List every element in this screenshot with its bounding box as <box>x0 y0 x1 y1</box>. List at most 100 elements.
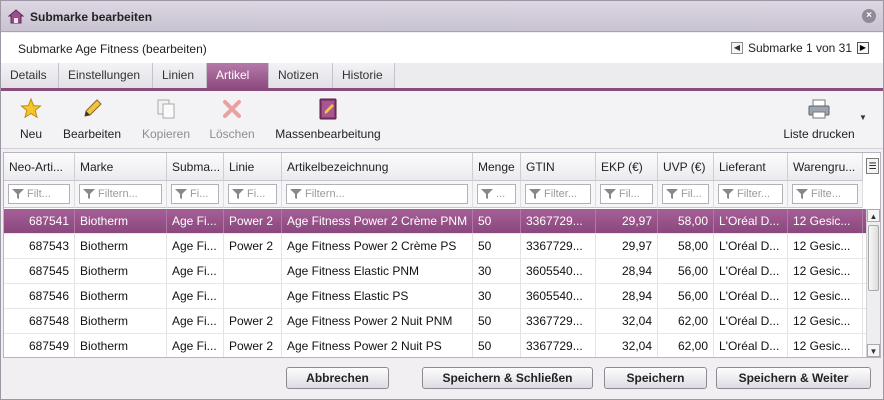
filter-placeholder: Fi... <box>247 188 266 200</box>
scroll-up-icon[interactable]: ▲ <box>867 209 880 222</box>
tab-notizen[interactable]: Notizen <box>269 63 333 88</box>
filter-cell: Filter... <box>714 181 788 208</box>
next-record-icon[interactable]: ▶ <box>857 42 869 54</box>
filter-input[interactable]: Filtern... <box>286 184 468 204</box>
table-cell: 29,97 <box>596 209 658 233</box>
table-cell: Biotherm <box>75 234 167 258</box>
table-cell: Age Fitness Power 2 Crème PS <box>282 234 473 258</box>
table-cell <box>224 284 282 308</box>
filter-input[interactable]: Filter... <box>525 184 591 204</box>
filter-input[interactable]: Fil... <box>662 184 709 204</box>
filter-cell: Fil... <box>596 181 658 208</box>
table-cell: Biotherm <box>75 284 167 308</box>
house-icon <box>8 9 24 24</box>
table-row[interactable]: 687545 Biotherm Age Fi... Age Fitness Elast… <box>4 259 866 284</box>
column-header[interactable]: Linie <box>224 153 282 181</box>
vertical-scrollbar[interactable]: ▲ ▼ <box>866 209 880 357</box>
new-button[interactable]: Neu <box>15 97 47 145</box>
tab-linien[interactable]: Linien <box>153 63 207 88</box>
table-cell: 12 Gesic... <box>788 309 863 333</box>
filter-icon <box>722 189 734 199</box>
table-cell: 50 <box>473 309 521 333</box>
filter-placeholder: Filter... <box>737 188 771 200</box>
table-cell: 56,00 <box>658 259 714 283</box>
filter-input[interactable]: Filter... <box>718 184 783 204</box>
table-cell <box>224 259 282 283</box>
table-row[interactable]: 687548 Biotherm Age Fi... Power 2 Age Fitnes… <box>4 309 866 334</box>
filter-icon <box>796 189 808 199</box>
table-header: Neo-Arti... Marke Subma... Linie Artikel… <box>4 153 863 181</box>
table-cell: L'Oréal D... <box>714 234 788 258</box>
table-cell: 687541 <box>4 209 75 233</box>
column-header[interactable]: Lieferant <box>714 153 788 181</box>
filter-input[interactable]: Fi... <box>171 184 219 204</box>
table-row[interactable]: 687543 Biotherm Age Fi... Power 2 Age Fitnes… <box>4 234 866 259</box>
tab-artikel[interactable]: Artikel <box>207 63 269 88</box>
table-cell: 58,00 <box>658 209 714 233</box>
previous-record-icon[interactable]: ◀ <box>730 42 743 54</box>
print-options-chevron-down-icon[interactable]: ▼ <box>859 113 867 122</box>
filter-cell: Filt... <box>4 181 75 208</box>
column-header[interactable]: Marke <box>75 153 167 181</box>
column-header[interactable]: Warengru... <box>788 153 863 181</box>
table-cell: 687545 <box>4 259 75 283</box>
table-cell: 3605540... <box>521 259 596 283</box>
filter-cell: ... <box>473 181 521 208</box>
table-cell: Age Fitness Elastic PNM <box>282 259 473 283</box>
filter-input[interactable]: Filt... <box>8 184 70 204</box>
filter-input[interactable]: ... <box>477 184 516 204</box>
filter-row: Filt... Filtern... Fi... Fi... Filtern..… <box>4 181 863 208</box>
print-list-label: Liste drucken <box>783 127 855 141</box>
close-icon[interactable]: × <box>862 9 876 23</box>
scroll-down-icon[interactable]: ▼ <box>867 344 880 357</box>
table-cell: Age Fitness Power 2 Nuit PNM <box>282 309 473 333</box>
table-row[interactable]: 687546 Biotherm Age Fi... Age Fitness Elast… <box>4 284 866 309</box>
save-and-close-button[interactable]: Speichern & Schließen <box>422 367 593 389</box>
tab-bar: Details Einstellungen Linien Artikel Not… <box>1 63 883 91</box>
tab-historie[interactable]: Historie <box>333 63 395 88</box>
column-header[interactable]: Artikelbezeichnung <box>282 153 473 181</box>
table-cell: Power 2 <box>224 234 282 258</box>
table-cell: Age Fi... <box>167 284 224 308</box>
filter-cell: Filte... <box>788 181 863 208</box>
column-header[interactable]: EKP (€) <box>596 153 658 181</box>
save-and-next-button[interactable]: Speichern & Weiter <box>716 367 871 389</box>
table-cell: 28,94 <box>596 284 658 308</box>
table-cell: 3367729... <box>521 209 596 233</box>
filter-cell: Filter... <box>521 181 596 208</box>
table-cell: 62,00 <box>658 334 714 357</box>
cancel-button[interactable]: Abbrechen <box>286 367 389 389</box>
delete-button[interactable]: Löschen <box>207 97 257 145</box>
filter-input[interactable]: Filte... <box>792 184 858 204</box>
filter-icon <box>83 189 95 199</box>
printer-icon <box>808 99 830 119</box>
table-row[interactable]: 687541 Biotherm Age Fi... Power 2 Age Fitnes… <box>4 209 866 234</box>
delete-icon <box>223 100 241 118</box>
print-list-button[interactable]: Liste drucken <box>779 97 859 145</box>
record-pager: ◀ Submarke 1 von 31 ▶ <box>730 41 869 55</box>
column-header[interactable]: GTIN <box>521 153 596 181</box>
column-header[interactable]: Menge <box>473 153 521 181</box>
filter-input[interactable]: Fi... <box>228 184 277 204</box>
table-cell: 12 Gesic... <box>788 259 863 283</box>
column-header[interactable]: UVP (€) <box>658 153 714 181</box>
column-header[interactable]: Neo-Arti... <box>4 153 75 181</box>
filter-input[interactable]: Fil... <box>600 184 653 204</box>
scrollbar-thumb[interactable] <box>868 225 879 291</box>
bulk-edit-button[interactable]: Massenbearbeitung <box>274 97 382 145</box>
filter-input[interactable]: Filtern... <box>79 184 162 204</box>
column-header[interactable]: Subma... <box>167 153 224 181</box>
edit-button[interactable]: Bearbeiten <box>61 97 123 145</box>
tab-einstellungen[interactable]: Einstellungen <box>59 63 153 88</box>
tab-details[interactable]: Details <box>1 63 59 88</box>
pencil-icon <box>84 99 102 117</box>
table-cell: Biotherm <box>75 334 167 357</box>
copy-button[interactable]: Kopieren <box>140 97 192 145</box>
save-button[interactable]: Speichern <box>604 367 707 389</box>
filter-cell: Filtern... <box>282 181 473 208</box>
table-row[interactable]: 687549 Biotherm Age Fi... Power 2 Age Fitnes… <box>4 334 866 357</box>
table-cell: 50 <box>473 209 521 233</box>
table-cell: L'Oréal D... <box>714 309 788 333</box>
column-menu-icon[interactable]: ☰ <box>866 158 879 174</box>
table-cell: 62,00 <box>658 309 714 333</box>
